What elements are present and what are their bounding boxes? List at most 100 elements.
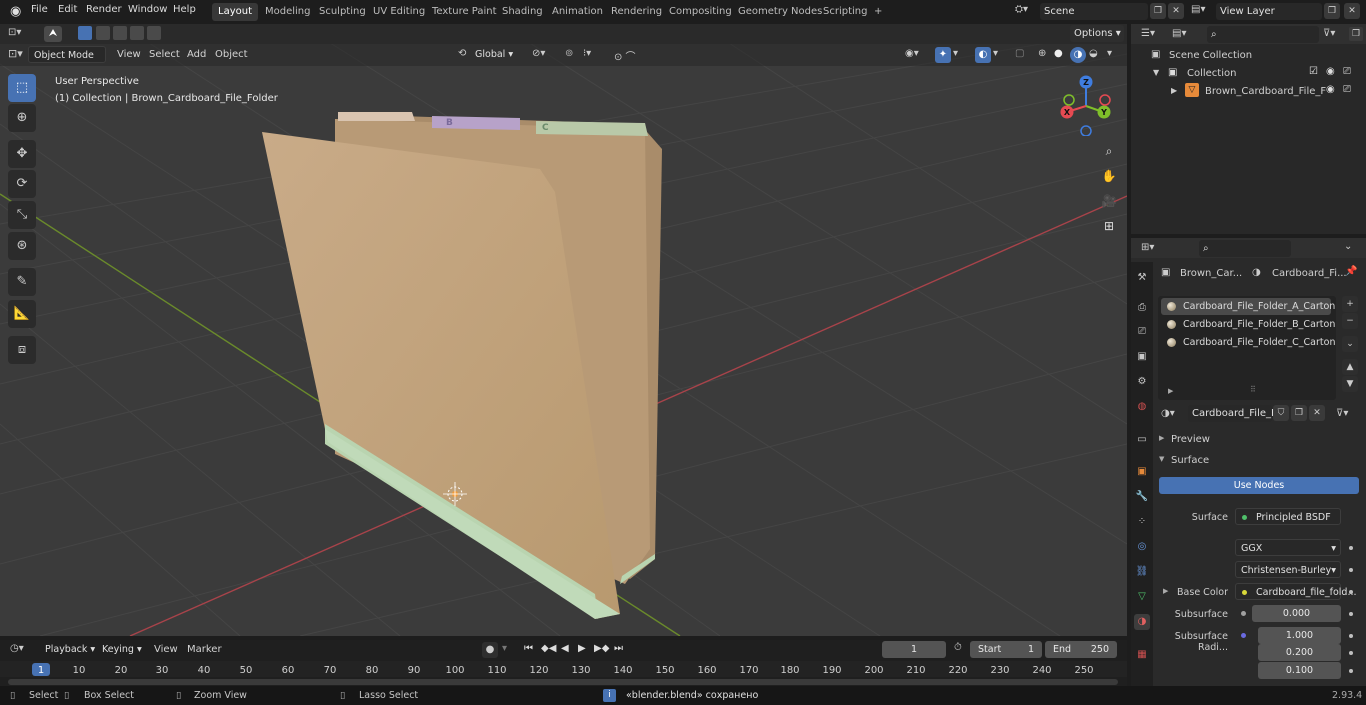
view-layer-icon[interactable]: ▤▾ [1191,4,1205,15]
transform-orientation-icon[interactable]: ⟲ [458,48,466,59]
pan-hand-icon[interactable]: ✋ [1098,165,1120,187]
distribution-dropdown[interactable]: GGX ▾ [1235,539,1341,556]
tab-scripting[interactable]: Scripting [817,3,873,21]
tab-texture-paint[interactable]: Texture Paint [426,3,503,21]
scene-icon[interactable]: ⛭▾ [1015,4,1028,15]
options-dropdown[interactable]: Options ▾ [1070,25,1124,42]
timeline-scrollbar[interactable] [8,679,1118,685]
delete-scene-icon[interactable]: ✕ [1168,3,1184,19]
outliner-display-icon[interactable]: ▤▾ [1172,28,1186,39]
tab-shading[interactable]: Shading [496,3,549,21]
record-icon[interactable]: ● [482,642,498,658]
keyframe-dot[interactable] [1349,634,1353,638]
timer-icon[interactable]: ⏱ [954,642,962,653]
play-reverse-icon[interactable]: ◀ [561,643,569,654]
subsurface-method-dropdown[interactable]: Christensen-Burley ▾ [1235,561,1341,578]
view-layer-tab-icon[interactable]: ▣ [1134,349,1150,365]
texture-tab-icon[interactable]: ▦ [1134,647,1150,663]
collection-label[interactable]: Collection [1187,68,1236,79]
end-frame-field[interactable]: End 250 [1045,641,1117,658]
shading-dropdown-icon[interactable]: ▾ [1107,48,1112,59]
prev-keyframe-icon[interactable]: ◆◀ [541,643,556,654]
tab-compositing[interactable]: Compositing [663,3,738,21]
select-mode-difference-icon[interactable] [130,26,144,40]
jump-end-icon[interactable]: ⏭ [614,643,623,654]
material-name-field[interactable]: Cardboard_File_F... [1188,405,1285,422]
surface-panel-header[interactable]: ▼ Surface [1153,452,1363,470]
visibility-icon[interactable]: ◉▾ [905,48,919,59]
proportional-edit-icon[interactable]: ⊙ ⌒ [614,48,636,63]
new-view-layer-icon[interactable]: ❐ [1324,3,1340,19]
timeline-editor-icon[interactable]: ◷▾ [10,643,24,654]
properties-options-icon[interactable]: ⌄ [1344,241,1352,252]
world-tab-icon[interactable]: ◍ [1134,399,1150,415]
ortho-grid-icon[interactable]: ⊞ [1098,215,1120,237]
move-slot-up-icon[interactable]: ▲ [1342,359,1358,375]
use-nodes-button[interactable]: Use Nodes [1159,477,1359,494]
menu-object[interactable]: Object [210,46,253,64]
tab-uv-editing[interactable]: UV Editing [367,3,431,21]
xray-icon[interactable]: ▢ [1015,48,1024,59]
outliner-editor-icon[interactable]: ☰▾ [1141,28,1155,39]
keyframe-dot[interactable] [1349,568,1353,572]
object-label[interactable]: Brown_Cardboard_File_F [1205,86,1326,97]
collection-checkbox-icon[interactable]: ☑ [1309,66,1318,77]
menu-file[interactable]: File [31,4,48,15]
outliner-search-input[interactable]: ⌕ [1207,26,1319,43]
particles-tab-icon[interactable]: ⁘ [1134,514,1150,530]
navigation-gizmo[interactable]: Z Y X [1056,74,1116,136]
object-mode-dropdown[interactable]: Object Mode [28,46,106,63]
material-slot-b[interactable]: Cardboard_File_Folder_B_Carton [1161,316,1335,333]
blender-logo-icon[interactable]: ◉ [10,4,21,19]
camera-icon[interactable]: 🎥 [1098,190,1120,212]
overlay-toggle-icon[interactable]: ◐ [975,47,991,63]
material-link-icon[interactable]: ⊽▾ [1336,408,1348,419]
pivot-icon[interactable]: ⊘▾ [532,48,545,59]
add-workspace-button[interactable]: + [868,3,888,21]
slot-specials-icon[interactable]: ⌄ [1342,336,1358,352]
wireframe-shading-icon[interactable]: ⊕ [1038,48,1046,59]
output-tab-icon[interactable]: ⎚ [1134,324,1150,340]
material-tab-icon[interactable]: ◑ [1134,614,1150,630]
new-material-icon[interactable]: ❐ [1291,405,1307,421]
tool-settings-icon[interactable]: ⊡▾ [8,27,21,38]
surface-shader-field[interactable]: Principled BSDF [1235,508,1341,525]
scale-tool-icon[interactable]: ⤡ [8,201,36,229]
render-tab-icon[interactable]: ⎙ [1134,300,1150,316]
overlay-dropdown-icon[interactable]: ▾ [993,48,998,59]
next-keyframe-icon[interactable]: ▶◆ [594,643,609,654]
properties-editor-icon[interactable]: ⊞▾ [1141,242,1154,253]
material-slot-a[interactable]: Cardboard_File_Folder_A_Carton [1161,298,1335,315]
menu-add[interactable]: Add [182,46,211,64]
3d-viewport[interactable] [0,24,1127,636]
keyframe-dot[interactable] [1349,590,1353,594]
object-eye-icon[interactable]: ◉ [1326,84,1335,95]
transform-tool-icon[interactable]: ⊛ [8,232,36,260]
scene-tab-icon[interactable]: ⚙ [1134,374,1150,390]
keying-dropdown[interactable]: Keying ▾ [97,641,147,658]
timeline-menu-marker[interactable]: Marker [182,641,227,659]
filter-icon[interactable]: ⊽▾ [1323,28,1335,39]
material-browse-icon[interactable]: ◑▾ [1161,408,1175,419]
keyframe-dot[interactable] [1349,612,1353,616]
modifier-tab-icon[interactable]: 🔧 [1134,489,1150,505]
menu-edit[interactable]: Edit [58,4,77,15]
subsurface-value-field[interactable]: 0.000 [1252,605,1341,622]
menu-help[interactable]: Help [173,4,196,15]
scene-field[interactable]: Scene [1040,3,1148,20]
collection-tab-icon[interactable]: ▭ [1134,432,1150,448]
tab-geometry-nodes[interactable]: Geometry Nodes [732,3,828,21]
cursor-tool-icon[interactable]: ⊕ [8,104,36,132]
material-shading-icon[interactable]: ◑ [1070,47,1086,63]
solid-shading-icon[interactable]: ● [1054,48,1063,59]
new-collection-icon[interactable]: ❐ [1349,27,1363,41]
menu-view[interactable]: View [112,46,146,64]
current-frame-field[interactable]: 1 [882,641,946,658]
pin-icon[interactable]: 📌 [1345,266,1357,277]
physics-tab-icon[interactable]: ◎ [1134,539,1150,555]
preview-panel-header[interactable]: ▶ Preview [1153,431,1363,449]
list-resize-handle[interactable]: ⠿ [1250,385,1256,394]
select-box-tool-icon[interactable]: ⬚ [8,74,36,102]
snap-target-icon[interactable]: ⁝▾ [583,48,591,59]
select-mode-subtract-icon[interactable] [113,26,127,40]
